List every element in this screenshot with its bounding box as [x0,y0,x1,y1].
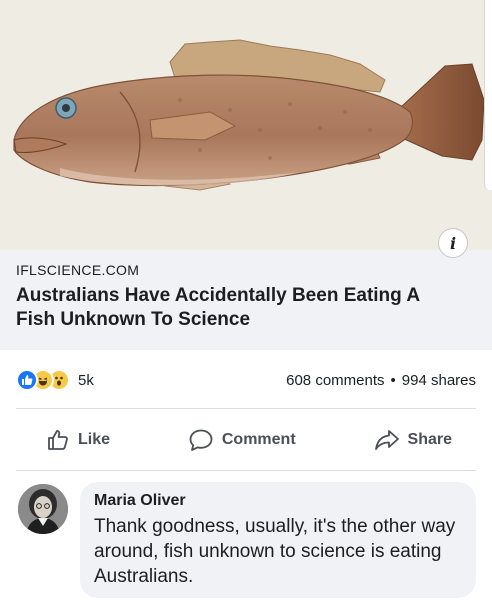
comments-count[interactable]: 608 comments [286,372,384,389]
share-icon [374,430,399,450]
link-preview[interactable]: IFLSCIENCE.COM Australians Have Accident… [0,250,492,350]
link-preview-image[interactable] [0,0,492,250]
post-stats: 5k 608 comments • 994 shares [0,362,492,398]
comment-bubble: Maria Oliver Thank goodness, usually, it… [80,482,476,598]
divider [16,470,476,471]
like-label: Like [78,431,111,448]
like-icon [16,369,38,391]
share-button[interactable]: Share [374,428,452,452]
comment-text: Thank goodness, usually, it's the other … [94,516,456,587]
post-action-bar: Like Comment Share [0,418,492,462]
engagement-counts: 608 comments • 994 shares [286,372,476,389]
comment-icon [189,429,213,451]
comment-label: Comment [221,431,296,448]
comment-button[interactable]: Comment [188,428,296,452]
separator-dot: • [390,371,396,389]
shares-count[interactable]: 994 shares [402,372,476,389]
avatar[interactable] [18,484,68,534]
comment-author[interactable]: Maria Oliver [94,492,462,510]
reactions-summary[interactable]: 5k [16,369,94,391]
link-headline[interactable]: Australians Have Accidentally Been Eatin… [16,284,456,332]
divider [16,408,476,409]
fish-illustration [13,39,485,191]
comment-item: Maria Oliver Thank goodness, usually, it… [0,480,492,600]
scrollbar[interactable] [484,0,492,190]
info-icon[interactable]: i [438,228,468,258]
reaction-count: 5k [78,371,94,389]
link-domain: IFLSCIENCE.COM [16,262,140,278]
thumbs-up-icon [48,430,68,450]
share-label: Share [407,431,452,448]
like-button[interactable]: Like [46,428,110,452]
